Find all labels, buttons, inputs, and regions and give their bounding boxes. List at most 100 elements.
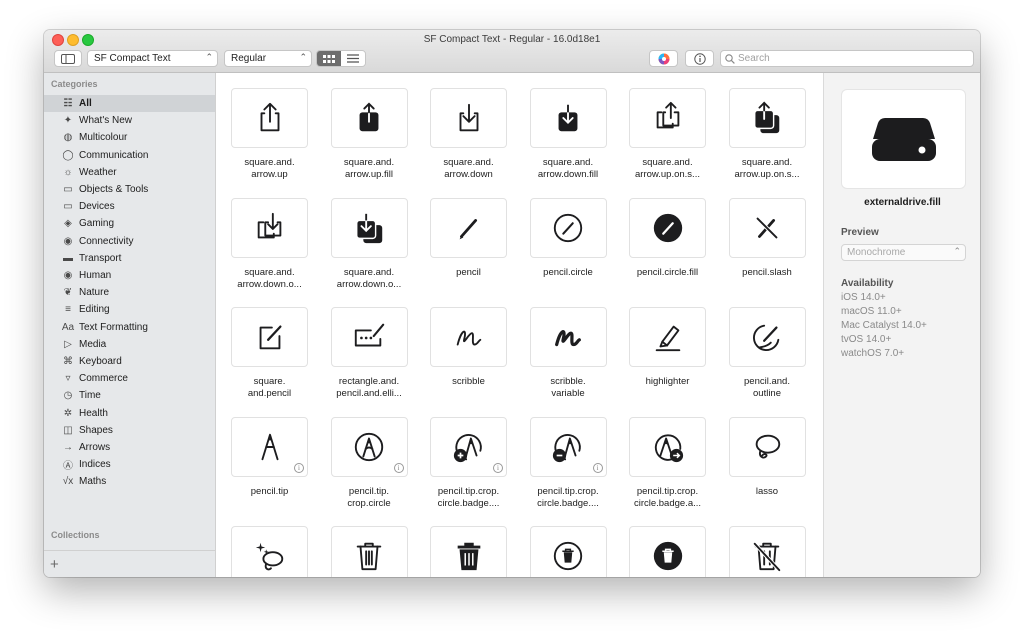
symbol-tile[interactable] [629, 197, 706, 258]
symbol-tile[interactable] [529, 88, 607, 148]
symbol-cell[interactable]: square.and. arrow.up.on.s... [614, 73, 714, 181]
sidebar-item-editing[interactable]: ≡ Editing [44, 301, 215, 318]
symbol-tile[interactable] [629, 526, 706, 577]
sidebar-item-what-s-new[interactable]: ✦ What's New [44, 112, 215, 129]
symbol-tile[interactable] [629, 416, 706, 477]
symbol-cell[interactable]: pencil.and. outline [714, 292, 814, 400]
symbol-cell[interactable] [614, 511, 714, 577]
symbol-cell[interactable]: pencil.tip.crop. circle.badge.a... [614, 402, 714, 510]
font-family-select[interactable]: SF Compact Text ⌃ [87, 50, 218, 67]
sidebar-item-multicolour[interactable]: ◍ Multicolour [44, 129, 215, 146]
sidebar-item-commerce[interactable]: ▿ Commerce [44, 370, 215, 387]
symbol-cell[interactable]: i pencil.tip [216, 402, 316, 510]
symbol-cell[interactable]: square.and. arrow.up.fill [316, 73, 416, 181]
symbol-tile[interactable] [231, 307, 308, 367]
add-collection-button[interactable]: + [50, 556, 59, 573]
symbol-cell[interactable]: pencil.slash [714, 183, 814, 291]
symbol-cell[interactable]: square.and. arrow.down [415, 73, 515, 181]
sidebar-item-label: Commerce [79, 373, 128, 385]
symbol-cell[interactable]: pencil.circle.fill [614, 183, 714, 291]
symbol-tile[interactable]: i [529, 416, 607, 477]
grid-icon [323, 54, 335, 63]
sidebar-item-time[interactable]: ◷ Time [44, 387, 215, 404]
search-input[interactable] [735, 53, 958, 64]
symbol-tile[interactable] [728, 526, 806, 577]
sidebar-item-gaming[interactable]: ◈ Gaming [44, 215, 215, 232]
symbol-tile[interactable] [430, 88, 507, 148]
symbol-cell[interactable]: square. and.pencil [216, 292, 316, 400]
symbol-cell[interactable]: pencil.circle [515, 183, 615, 291]
symbol-tile[interactable] [330, 88, 408, 148]
search-icon [725, 53, 735, 64]
symbol-cell[interactable]: highlighter [614, 292, 714, 400]
font-weight-select[interactable]: Regular ⌃ [224, 50, 312, 67]
sidebar-item-connectivity[interactable]: ◉ Connectivity [44, 233, 215, 250]
symbol-cell[interactable]: scribble [415, 292, 515, 400]
sidebar-item-label: Editing [79, 304, 110, 316]
sidebar-item-all[interactable]: ☷ All [44, 95, 215, 112]
symbol-cell[interactable] [316, 511, 416, 577]
grid-icon: ☷ [63, 98, 73, 109]
leaf-icon: ❦ [63, 287, 73, 299]
symbol-cell[interactable] [515, 511, 615, 577]
sidebar-item-objects-tools[interactable]: ▭ Objects & Tools [44, 181, 215, 198]
symbol-tile[interactable]: i [330, 416, 408, 477]
sidebar-item-text-formatting[interactable]: Aa Text Formatting [44, 319, 215, 336]
symbol-cell[interactable]: square.and. arrow.down.o... [216, 183, 316, 291]
symbol-tile[interactable] [330, 197, 408, 258]
symbol-tile[interactable]: i [231, 416, 308, 477]
info-button[interactable] [685, 50, 714, 67]
sidebar-item-communication[interactable]: ◯ Communication [44, 147, 215, 164]
sidebar-item-transport[interactable]: ▬ Transport [44, 250, 215, 267]
rendering-mode-select[interactable]: Monochrome ⌃ [841, 244, 966, 261]
symbol-cell[interactable]: i pencil.tip. crop.circle [316, 402, 416, 510]
symbol-cell[interactable]: rectangle.and. pencil.and.elli... [316, 292, 416, 400]
symbol-tile[interactable] [629, 307, 706, 367]
symbol-tile[interactable] [529, 197, 607, 258]
symbol-tile[interactable] [231, 88, 308, 148]
symbol-cell[interactable]: square.and. arrow.up.on.s... [714, 73, 814, 181]
sidebar-item-keyboard[interactable]: ⌘ Keyboard [44, 353, 215, 370]
symbol-tile[interactable] [728, 416, 806, 477]
sidebar-item-shapes[interactable]: ◫ Shapes [44, 422, 215, 439]
sidebar-item-weather[interactable]: ☼ Weather [44, 164, 215, 181]
sidebar-item-devices[interactable]: ▭ Devices [44, 198, 215, 215]
symbol-cell[interactable] [415, 511, 515, 577]
symbol-cell[interactable]: pencil [415, 183, 515, 291]
sidebar-toggle-button[interactable] [54, 50, 82, 67]
sidebar-item-health[interactable]: ✲ Health [44, 405, 215, 422]
color-rendering-button[interactable] [649, 50, 678, 67]
list-view-button[interactable] [341, 51, 365, 66]
search-field[interactable] [720, 50, 974, 67]
sidebar-item-arrows[interactable]: → Arrows [44, 439, 215, 456]
grid-view-button[interactable] [317, 51, 341, 66]
symbol-tile[interactable] [231, 526, 308, 577]
symbol-tile[interactable] [728, 88, 806, 148]
sidebar-item-nature[interactable]: ❦ Nature [44, 284, 215, 301]
sidebar-item-indices[interactable]: Ⓐ Indices [44, 456, 215, 473]
symbol-tile[interactable] [330, 307, 408, 367]
symbol-tile[interactable] [231, 197, 308, 258]
symbol-cell[interactable]: square.and. arrow.up [216, 73, 316, 181]
symbol-tile[interactable] [529, 307, 607, 367]
symbol-tile[interactable] [430, 307, 507, 367]
symbol-tile[interactable] [728, 197, 806, 258]
symbol-cell[interactable]: square.and. arrow.down.fill [515, 73, 615, 181]
symbol-tile[interactable] [430, 526, 507, 577]
symbol-tile[interactable] [629, 88, 706, 148]
sidebar-item-maths[interactable]: √x Maths [44, 473, 215, 490]
symbol-tile[interactable] [430, 197, 507, 258]
symbol-tile[interactable] [728, 307, 806, 367]
sidebar-item-human[interactable]: ◉ Human [44, 267, 215, 284]
symbol-tile[interactable]: i [430, 416, 507, 477]
symbol-cell[interactable] [714, 511, 814, 577]
symbol-tile[interactable] [529, 526, 607, 577]
symbol-cell[interactable]: lasso [714, 402, 814, 510]
symbol-cell[interactable]: scribble. variable [515, 292, 615, 400]
symbol-cell[interactable] [216, 511, 316, 577]
symbol-cell[interactable]: i pencil.tip.crop. circle.badge.... [415, 402, 515, 510]
sidebar-item-media[interactable]: ▷ Media [44, 336, 215, 353]
symbol-cell[interactable]: square.and. arrow.down.o... [316, 183, 416, 291]
symbol-tile[interactable] [330, 526, 408, 577]
symbol-cell[interactable]: i pencil.tip.crop. circle.badge.... [515, 402, 615, 510]
